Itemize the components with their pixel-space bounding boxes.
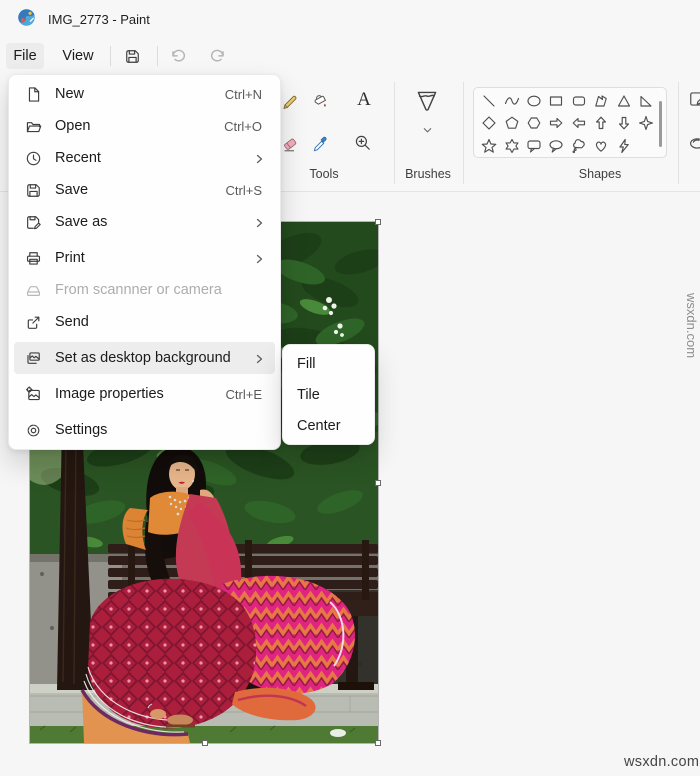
redo-icon[interactable] (206, 45, 228, 67)
menubar-separator (110, 46, 111, 66)
selection-handle-top-right[interactable] (375, 219, 381, 225)
shapes-grid (478, 90, 658, 157)
title-bar: IMG_2773 - Paint (0, 0, 700, 40)
eraser-tool-button[interactable] (278, 132, 302, 156)
five-point-star-shape-icon[interactable] (479, 136, 499, 156)
pentagon-shape-icon[interactable] (502, 113, 522, 133)
menu-item-open[interactable]: Open Ctrl+O (14, 110, 275, 142)
text-tool-A-glyph: A (357, 89, 371, 110)
fill-tool-button[interactable] (309, 90, 333, 114)
ribbon-separator (394, 82, 395, 184)
menu-item-send[interactable]: Send (14, 306, 275, 338)
arrow-down-shape-icon[interactable] (614, 113, 634, 133)
right-triangle-shape-icon[interactable] (636, 91, 656, 111)
rounded-callout-shape-icon[interactable] (524, 136, 544, 156)
brushes-group-label: Brushes (405, 167, 451, 181)
watermark-side: wsxdn.com (684, 293, 699, 359)
menu-item-settings[interactable]: Settings (14, 414, 275, 446)
cloud-callout-shape-icon[interactable] (569, 136, 589, 156)
six-point-star-shape-icon[interactable] (502, 136, 522, 156)
menu-item-print[interactable]: Print (14, 242, 275, 274)
arrow-right-shape-icon[interactable] (546, 113, 566, 133)
desktop-background-icon (25, 350, 42, 367)
submenu-item-center[interactable]: Center (287, 410, 370, 441)
scanner-icon (25, 282, 42, 299)
magnifier-tool-button[interactable] (351, 131, 375, 155)
new-document-icon (25, 86, 42, 103)
curve-shape-icon[interactable] (502, 91, 522, 111)
selection-handle-right[interactable] (375, 480, 381, 486)
shape-fill-icon[interactable] (688, 132, 700, 154)
file-menu-panel: New Ctrl+N Open Ctrl+O Recent Save Ctrl+… (8, 74, 281, 450)
menu-item-recent[interactable]: Recent (14, 142, 275, 174)
hexagon-shape-icon[interactable] (524, 113, 544, 133)
clock-icon (25, 150, 42, 167)
four-point-star-shape-icon[interactable] (636, 113, 656, 133)
save-as-icon (25, 214, 42, 231)
chevron-right-icon (253, 152, 265, 164)
undo-icon[interactable] (167, 45, 189, 67)
chevron-right-icon (253, 216, 265, 228)
ribbon-separator (463, 82, 464, 184)
chevron-right-icon (253, 252, 265, 264)
shapes-scrollbar[interactable] (659, 101, 662, 147)
menubar-separator (157, 46, 158, 66)
printer-icon (25, 250, 42, 267)
open-folder-icon (25, 118, 42, 135)
color-picker-tool-button[interactable] (309, 132, 333, 156)
pencil-tool-button[interactable] (278, 90, 302, 114)
rectangle-shape-icon[interactable] (546, 91, 566, 111)
arrow-up-shape-icon[interactable] (591, 113, 611, 133)
text-tool-button[interactable]: A (352, 88, 376, 112)
shapes-group-label: Shapes (578, 167, 622, 181)
menu-bar: File View (0, 40, 700, 72)
file-menu-tab[interactable]: File (6, 43, 44, 69)
brushes-chevron-down-icon[interactable] (420, 124, 434, 136)
shape-outline-icon[interactable] (688, 88, 700, 110)
window-title: IMG_2773 - Paint (48, 12, 150, 27)
share-icon (25, 314, 42, 331)
save-icon[interactable] (121, 45, 143, 67)
selection-handle-bottom[interactable] (202, 740, 208, 746)
menu-item-image-properties[interactable]: Image properties Ctrl+E (14, 378, 275, 410)
menu-item-from-scanner[interactable]: From scannner or camera (14, 274, 275, 306)
rounded-rectangle-shape-icon[interactable] (569, 91, 589, 111)
desktop-background-submenu: Fill Tile Center (282, 344, 375, 445)
image-properties-icon (25, 385, 42, 403)
submenu-item-tile[interactable]: Tile (287, 379, 370, 410)
tools-group-label: Tools (309, 167, 339, 181)
chevron-right-icon (253, 352, 265, 364)
polygon-shape-icon[interactable] (591, 91, 611, 111)
watermark-bottom: wsxdn.com (624, 754, 700, 770)
lightning-shape-icon[interactable] (614, 136, 634, 156)
menu-item-set-as-desktop-background[interactable]: Set as desktop background (14, 342, 275, 374)
view-menu-tab[interactable]: View (56, 43, 100, 69)
menu-item-save-as[interactable]: Save as (14, 206, 275, 238)
save-floppy-icon (25, 182, 42, 199)
oval-callout-shape-icon[interactable] (546, 136, 566, 156)
menu-item-save[interactable]: Save Ctrl+S (14, 174, 275, 206)
settings-gear-icon (25, 422, 42, 439)
brushes-button[interactable] (413, 86, 441, 116)
submenu-item-fill[interactable]: Fill (287, 348, 370, 379)
arrow-left-shape-icon[interactable] (569, 113, 589, 133)
triangle-shape-icon[interactable] (614, 91, 634, 111)
selection-handle-bottom-right[interactable] (375, 740, 381, 746)
ribbon-separator (678, 82, 679, 184)
menu-item-new[interactable]: New Ctrl+N (14, 78, 275, 110)
paint-logo-icon (17, 8, 36, 27)
heart-shape-icon[interactable] (591, 136, 611, 156)
line-shape-icon[interactable] (479, 91, 499, 111)
oval-shape-icon[interactable] (524, 91, 544, 111)
shapes-gallery (473, 87, 667, 158)
diamond-shape-icon[interactable] (479, 113, 499, 133)
